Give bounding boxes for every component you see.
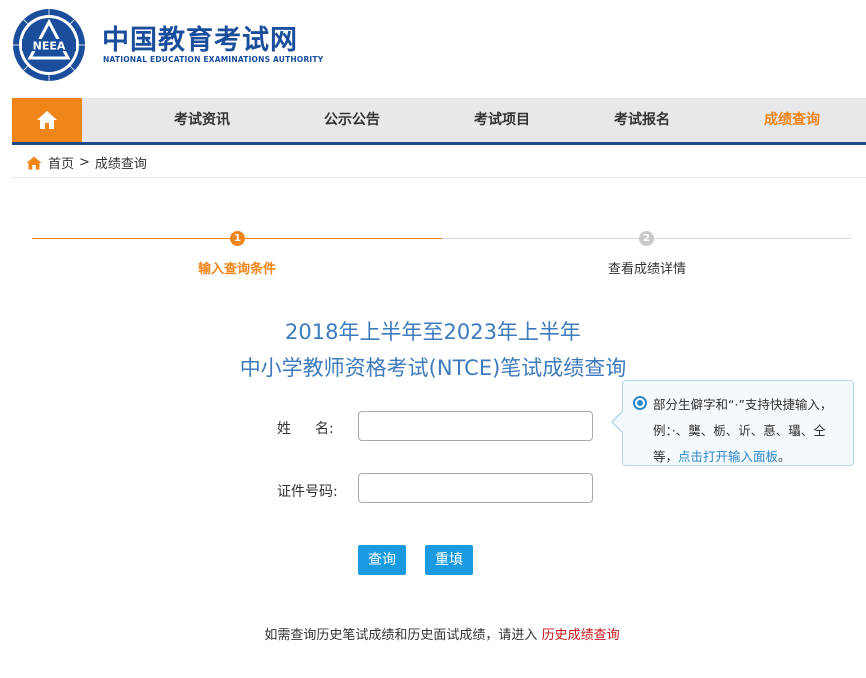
- reset-button[interactable]: 重填: [425, 545, 473, 575]
- step-1-marker: 1: [230, 231, 245, 246]
- page-title-line-1: 2018年上半年至2023年上半年: [285, 320, 581, 344]
- page-title-line-2: 中小学教师资格考试(NTCE)笔试成绩查询: [239, 356, 627, 380]
- name-label-part-2: 名:: [315, 421, 334, 437]
- nav-item-announcements[interactable]: 公示公告: [312, 98, 392, 142]
- tooltip-end: 。: [778, 449, 791, 464]
- name-label: 姓 名:: [277, 418, 334, 438]
- nav-item-score-query[interactable]: 成绩查询: [752, 98, 832, 142]
- nav-item-exam-registration[interactable]: 考试报名: [602, 98, 682, 142]
- breadcrumb-current: 成绩查询: [94, 157, 147, 172]
- id-number-label: 证件号码:: [277, 484, 338, 500]
- progress-steps: 1 2 输入查询条件 查看成绩详情: [32, 228, 852, 278]
- breadcrumb: 首页 > 成绩查询: [12, 148, 866, 178]
- open-input-panel-link[interactable]: 点击打开输入面板: [678, 449, 778, 464]
- tooltip-arrow-fill: [613, 412, 623, 432]
- history-note-text: 如需查询历史笔试成绩和历史面试成绩，请进入: [264, 628, 538, 643]
- id-number-input[interactable]: [358, 473, 593, 503]
- emblem-text: NEEA: [33, 40, 66, 53]
- site-header: NEEA 中国教育考试网 NATIONAL EDUCATION EXAMINAT…: [0, 0, 866, 98]
- info-radio-icon: [633, 396, 647, 410]
- breadcrumb-separator: >: [79, 155, 90, 170]
- site-logo-title[interactable]: 中国教育考试网: [102, 18, 298, 57]
- history-score-query-link[interactable]: 历史成绩查询: [542, 628, 620, 643]
- rare-char-tooltip: 部分生僻字和“·”支持快捷输入，例：·、龑、栃、䜣、惪、瓃、仝等，点击打开输入面…: [622, 380, 854, 466]
- site-logo-subtitle: NATIONAL EDUCATION EXAMINATIONS AUTHORIT…: [103, 55, 324, 64]
- step-2-marker: 2: [639, 231, 654, 246]
- query-button[interactable]: 查询: [358, 545, 406, 575]
- name-input[interactable]: [358, 411, 593, 441]
- step-2-label: 查看成绩详情: [607, 262, 686, 277]
- name-label-part-1: 姓: [277, 421, 291, 437]
- main-nav: 考试资讯 公示公告 考试项目 考试报名 成绩查询: [12, 98, 866, 145]
- nav-home-button[interactable]: [12, 98, 82, 142]
- step-1-label: 输入查询条件: [197, 262, 276, 277]
- neea-emblem-icon[interactable]: NEEA: [12, 8, 86, 82]
- nav-item-exam-news[interactable]: 考试资讯: [162, 98, 242, 142]
- breadcrumb-home-link[interactable]: 首页: [48, 153, 74, 172]
- history-note: 如需查询历史笔试成绩和历史面试成绩，请进入 历史成绩查询: [0, 624, 866, 643]
- nav-item-exam-projects[interactable]: 考试项目: [462, 98, 542, 142]
- home-icon: [37, 111, 57, 129]
- breadcrumb-home-icon: [26, 156, 42, 170]
